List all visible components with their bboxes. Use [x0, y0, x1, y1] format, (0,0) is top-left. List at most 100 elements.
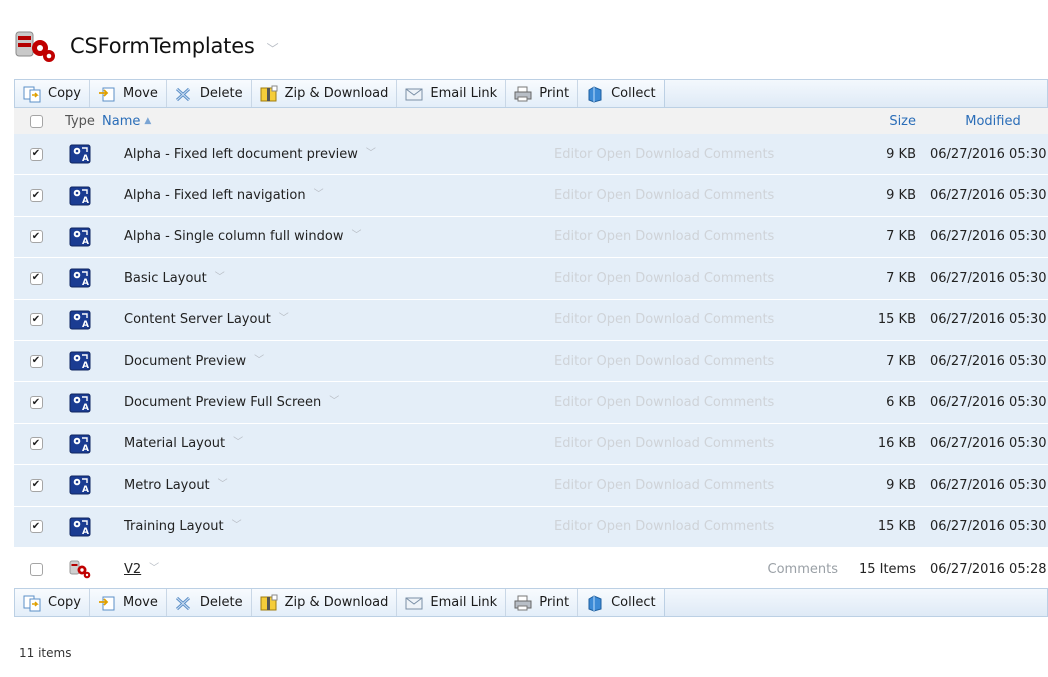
collect-button[interactable]: Collect: [578, 589, 664, 616]
editor-link[interactable]: Editor: [554, 312, 592, 327]
open-link[interactable]: Open: [596, 188, 631, 203]
table-row[interactable]: A Document Preview ﹀ Editor Open Download C…: [14, 340, 1048, 383]
print-button[interactable]: Print: [506, 589, 579, 616]
table-row[interactable]: A Alpha - Fixed left navigation ﹀ Editor…: [14, 175, 1048, 217]
table-row[interactable]: A Material Layout ﹀ Editor Open Download Co…: [14, 423, 1048, 466]
comments-link[interactable]: Comments: [704, 271, 774, 286]
comments-link[interactable]: Comments: [704, 354, 774, 369]
row-checkbox[interactable]: [29, 313, 43, 327]
open-link[interactable]: Open: [596, 519, 631, 534]
file-name-link[interactable]: Alpha - Fixed left document preview: [124, 147, 358, 162]
table-row[interactable]: A Content Server Layout ﹀ Editor Open Down…: [14, 299, 1048, 341]
file-name-link[interactable]: Metro Layout: [124, 478, 210, 493]
table-row[interactable]: A Alpha - Fixed left document preview ﹀ …: [14, 134, 1048, 176]
download-link[interactable]: Download: [635, 519, 700, 534]
row-menu-chevron-icon[interactable]: ﹀: [218, 475, 228, 490]
open-link[interactable]: Open: [596, 271, 631, 286]
file-name-link[interactable]: Basic Layout: [124, 271, 207, 286]
file-name-link[interactable]: Alpha - Single column full window: [124, 229, 344, 244]
download-link[interactable]: Download: [635, 395, 700, 410]
header-name[interactable]: Name ▲: [102, 114, 554, 129]
file-name-link[interactable]: Training Layout: [124, 519, 224, 534]
header-modified[interactable]: Modified: [920, 114, 1048, 129]
file-name-link[interactable]: Content Server Layout: [124, 312, 271, 327]
row-checkbox[interactable]: [29, 520, 43, 534]
open-link[interactable]: Open: [596, 354, 631, 369]
email-link-button[interactable]: Email Link: [397, 589, 507, 616]
row-checkbox[interactable]: [29, 437, 43, 451]
row-checkbox[interactable]: [29, 396, 43, 410]
table-row[interactable]: A Metro Layout ﹀ Editor Open Download Comme…: [14, 465, 1048, 507]
row-menu-chevron-icon[interactable]: ﹀: [352, 226, 362, 241]
download-link[interactable]: Download: [635, 354, 700, 369]
row-menu-chevron-icon[interactable]: ﹀: [314, 185, 324, 200]
file-name-link[interactable]: Document Preview: [124, 354, 246, 369]
row-checkbox[interactable]: [29, 478, 43, 492]
copy-button[interactable]: Copy: [15, 589, 90, 616]
comments-link[interactable]: Comments: [704, 436, 774, 451]
comments-link[interactable]: Comments: [704, 188, 774, 203]
zip-download-button[interactable]: Zip & Download: [252, 589, 398, 616]
editor-link[interactable]: Editor: [554, 478, 592, 493]
row-checkbox[interactable]: [29, 562, 43, 576]
row-menu-chevron-icon[interactable]: ﹀: [149, 559, 159, 574]
comments-link[interactable]: Comments: [704, 229, 774, 244]
open-link[interactable]: Open: [596, 436, 631, 451]
move-button[interactable]: Move: [90, 80, 167, 107]
open-link[interactable]: Open: [596, 147, 631, 162]
open-link[interactable]: Open: [596, 229, 631, 244]
open-link[interactable]: Open: [596, 395, 631, 410]
file-name-link[interactable]: Alpha - Fixed left navigation: [124, 188, 306, 203]
comments-link[interactable]: Comments: [554, 562, 844, 577]
folder-row[interactable]: V2 ﹀ Comments 15 Items 06/27/2016 05:28 …: [14, 547, 1048, 592]
collect-button[interactable]: Collect: [578, 80, 664, 107]
editor-link[interactable]: Editor: [554, 519, 592, 534]
row-menu-chevron-icon[interactable]: ﹀: [254, 351, 264, 366]
move-button[interactable]: Move: [90, 589, 167, 616]
row-checkbox[interactable]: [29, 230, 43, 244]
download-link[interactable]: Download: [635, 271, 700, 286]
comments-link[interactable]: Comments: [704, 519, 774, 534]
table-row[interactable]: A Training Layout ﹀ Editor Open Download Co…: [14, 506, 1048, 548]
print-button[interactable]: Print: [506, 80, 579, 107]
download-link[interactable]: Download: [635, 188, 700, 203]
download-link[interactable]: Download: [635, 478, 700, 493]
title-menu-chevron-icon[interactable]: ﹀: [267, 40, 279, 57]
copy-button[interactable]: Copy: [15, 80, 90, 107]
download-link[interactable]: Download: [635, 229, 700, 244]
row-menu-chevron-icon[interactable]: ﹀: [366, 144, 376, 159]
open-link[interactable]: Open: [596, 478, 631, 493]
editor-link[interactable]: Editor: [554, 354, 592, 369]
download-link[interactable]: Download: [635, 436, 700, 451]
table-row[interactable]: A Alpha - Single column full window ﹀ Ed…: [14, 216, 1048, 259]
header-size[interactable]: Size: [844, 114, 920, 129]
file-name-link[interactable]: Material Layout: [124, 436, 225, 451]
row-menu-chevron-icon[interactable]: ﹀: [279, 309, 289, 324]
open-link[interactable]: Open: [596, 312, 631, 327]
editor-link[interactable]: Editor: [554, 436, 592, 451]
download-link[interactable]: Download: [635, 312, 700, 327]
row-checkbox[interactable]: [29, 147, 43, 161]
delete-button[interactable]: Delete: [167, 589, 252, 616]
delete-button[interactable]: Delete: [167, 80, 252, 107]
table-row[interactable]: A Document Preview Full Screen ﹀ Editor O…: [14, 382, 1048, 424]
row-checkbox[interactable]: [29, 354, 43, 368]
comments-link[interactable]: Comments: [704, 395, 774, 410]
editor-link[interactable]: Editor: [554, 229, 592, 244]
editor-link[interactable]: Editor: [554, 395, 592, 410]
row-menu-chevron-icon[interactable]: ﹀: [233, 433, 243, 448]
email-link-button[interactable]: Email Link: [397, 80, 507, 107]
editor-link[interactable]: Editor: [554, 147, 592, 162]
comments-link[interactable]: Comments: [704, 478, 774, 493]
download-link[interactable]: Download: [635, 147, 700, 162]
table-row[interactable]: A Basic Layout ﹀ Editor Open Download Comme…: [14, 258, 1048, 300]
row-menu-chevron-icon[interactable]: ﹀: [329, 392, 339, 407]
row-menu-chevron-icon[interactable]: ﹀: [215, 268, 225, 283]
folder-name-link[interactable]: V2: [124, 562, 141, 577]
file-name-link[interactable]: Document Preview Full Screen: [124, 395, 321, 410]
editor-link[interactable]: Editor: [554, 271, 592, 286]
row-checkbox[interactable]: [29, 271, 43, 285]
comments-link[interactable]: Comments: [704, 147, 774, 162]
zip-download-button[interactable]: Zip & Download: [252, 80, 398, 107]
editor-link[interactable]: Editor: [554, 188, 592, 203]
